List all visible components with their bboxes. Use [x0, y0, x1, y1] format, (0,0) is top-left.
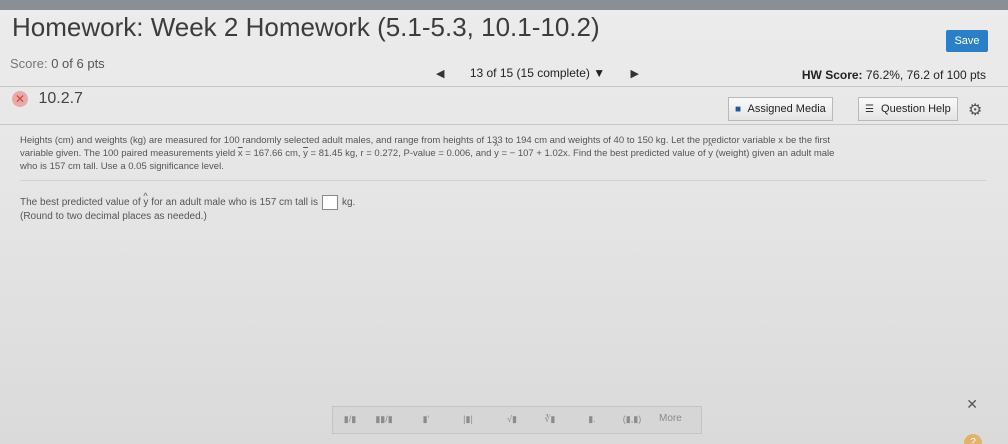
answer-text-segment: for an adult male who is 157 cm tall is: [148, 197, 318, 209]
score-value: 0 of 6 pts: [51, 56, 105, 71]
save-button[interactable]: Save: [946, 30, 988, 52]
problem-text: Heights (cm) and weights (kg) are measur…: [20, 134, 990, 173]
rounding-note: (Round to two decimal places as needed.): [20, 211, 207, 223]
close-icon[interactable]: ✕: [966, 396, 978, 413]
y-hat-symbol: y: [494, 140, 499, 160]
incorrect-icon: ✕: [12, 90, 28, 107]
more-button[interactable]: More: [659, 410, 682, 428]
question-nav: ◀ 13 of 15 (15 complete) ▼ ▶: [436, 66, 639, 80]
question-help-button[interactable]: ☰ Question Help: [858, 97, 958, 121]
hw-score: HW Score: 76.2%, 76.2 of 100 pts: [802, 68, 986, 82]
answer-area: The best predicted value of y for an adu…: [20, 189, 356, 224]
mixed-number-button[interactable]: ▮▮/▮: [373, 410, 395, 428]
question-number: 10.2.7: [38, 90, 83, 107]
square-root-button[interactable]: √▮: [501, 410, 523, 428]
homework-screen: Homework: Week 2 Homework (5.1-5.3, 10.1…: [0, 0, 1008, 444]
y-hat-symbol: y: [143, 189, 148, 210]
absolute-value-button[interactable]: |▮|: [457, 410, 479, 428]
question-nav-dropdown[interactable]: 13 of 15 (15 complete) ▼: [470, 66, 605, 80]
media-icon: ■: [735, 104, 742, 115]
score-label: Score:: [10, 56, 48, 71]
fraction-button[interactable]: ▮/▮: [339, 410, 361, 428]
prev-question-icon[interactable]: ◀: [436, 67, 444, 80]
question-id: ✕ 10.2.7: [12, 90, 83, 108]
problem-text-segment: variable given. The 100 paired measureme…: [20, 148, 238, 159]
assigned-media-button[interactable]: ■ Assigned Media: [728, 97, 833, 121]
score-row: Score: 0 of 6 pts ◀ 13 of 15 (15 complet…: [0, 54, 1008, 88]
problem-text-segment: = − 107 + 1.02x. Find the best predicted…: [498, 148, 709, 159]
answer-prompt: The best predicted value of y for an adu…: [20, 189, 356, 210]
answer-text-segment: The best predicted value of: [20, 197, 144, 209]
problem-line-2: variable given. The 100 paired measureme…: [20, 140, 990, 160]
exponent-button[interactable]: ▮': [415, 410, 437, 428]
problem-line-3: who is 157 cm tall. Use a 0.05 significa…: [20, 161, 224, 172]
browser-top-bar: [0, 0, 1008, 10]
problem-line-1: Heights (cm) and weights (kg) are measur…: [20, 135, 831, 146]
divider: [0, 86, 1008, 87]
problem-text-segment: = 81.45 kg, r = 0.272, P-value = 0.006, …: [307, 148, 495, 159]
list-icon: ☰: [865, 104, 874, 115]
ordered-pair-button[interactable]: (▮,▮): [621, 410, 643, 428]
answer-input[interactable]: [321, 195, 338, 210]
problem-text-segment: (weight) given an adult male: [712, 148, 835, 159]
answer-unit: kg.: [341, 197, 356, 209]
score: Score: 0 of 6 pts: [10, 56, 105, 71]
page-title: Homework: Week 2 Homework (5.1-5.3, 10.1…: [12, 12, 600, 42]
problem-text-segment: = 167.66 cm,: [242, 148, 304, 159]
help-icon[interactable]: ?: [964, 434, 982, 444]
math-toolbar: ▮/▮ ▮▮/▮ ▮' |▮| √▮ ∛▮ ▮. (▮,▮) More: [332, 406, 702, 434]
divider: [20, 180, 986, 181]
hw-score-value: 76.2%, 76.2 of 100 pts: [865, 68, 986, 82]
assigned-media-label: Assigned Media: [747, 103, 826, 115]
nth-root-button[interactable]: ∛▮: [539, 410, 561, 428]
decimal-button[interactable]: ▮.: [581, 410, 603, 428]
next-question-icon[interactable]: ▶: [630, 67, 638, 80]
divider: [0, 124, 1008, 125]
hw-score-label: HW Score:: [801, 68, 863, 82]
gear-icon[interactable]: ⚙: [968, 100, 982, 120]
y-hat-symbol: y: [708, 140, 713, 160]
question-help-label: Question Help: [881, 103, 951, 115]
